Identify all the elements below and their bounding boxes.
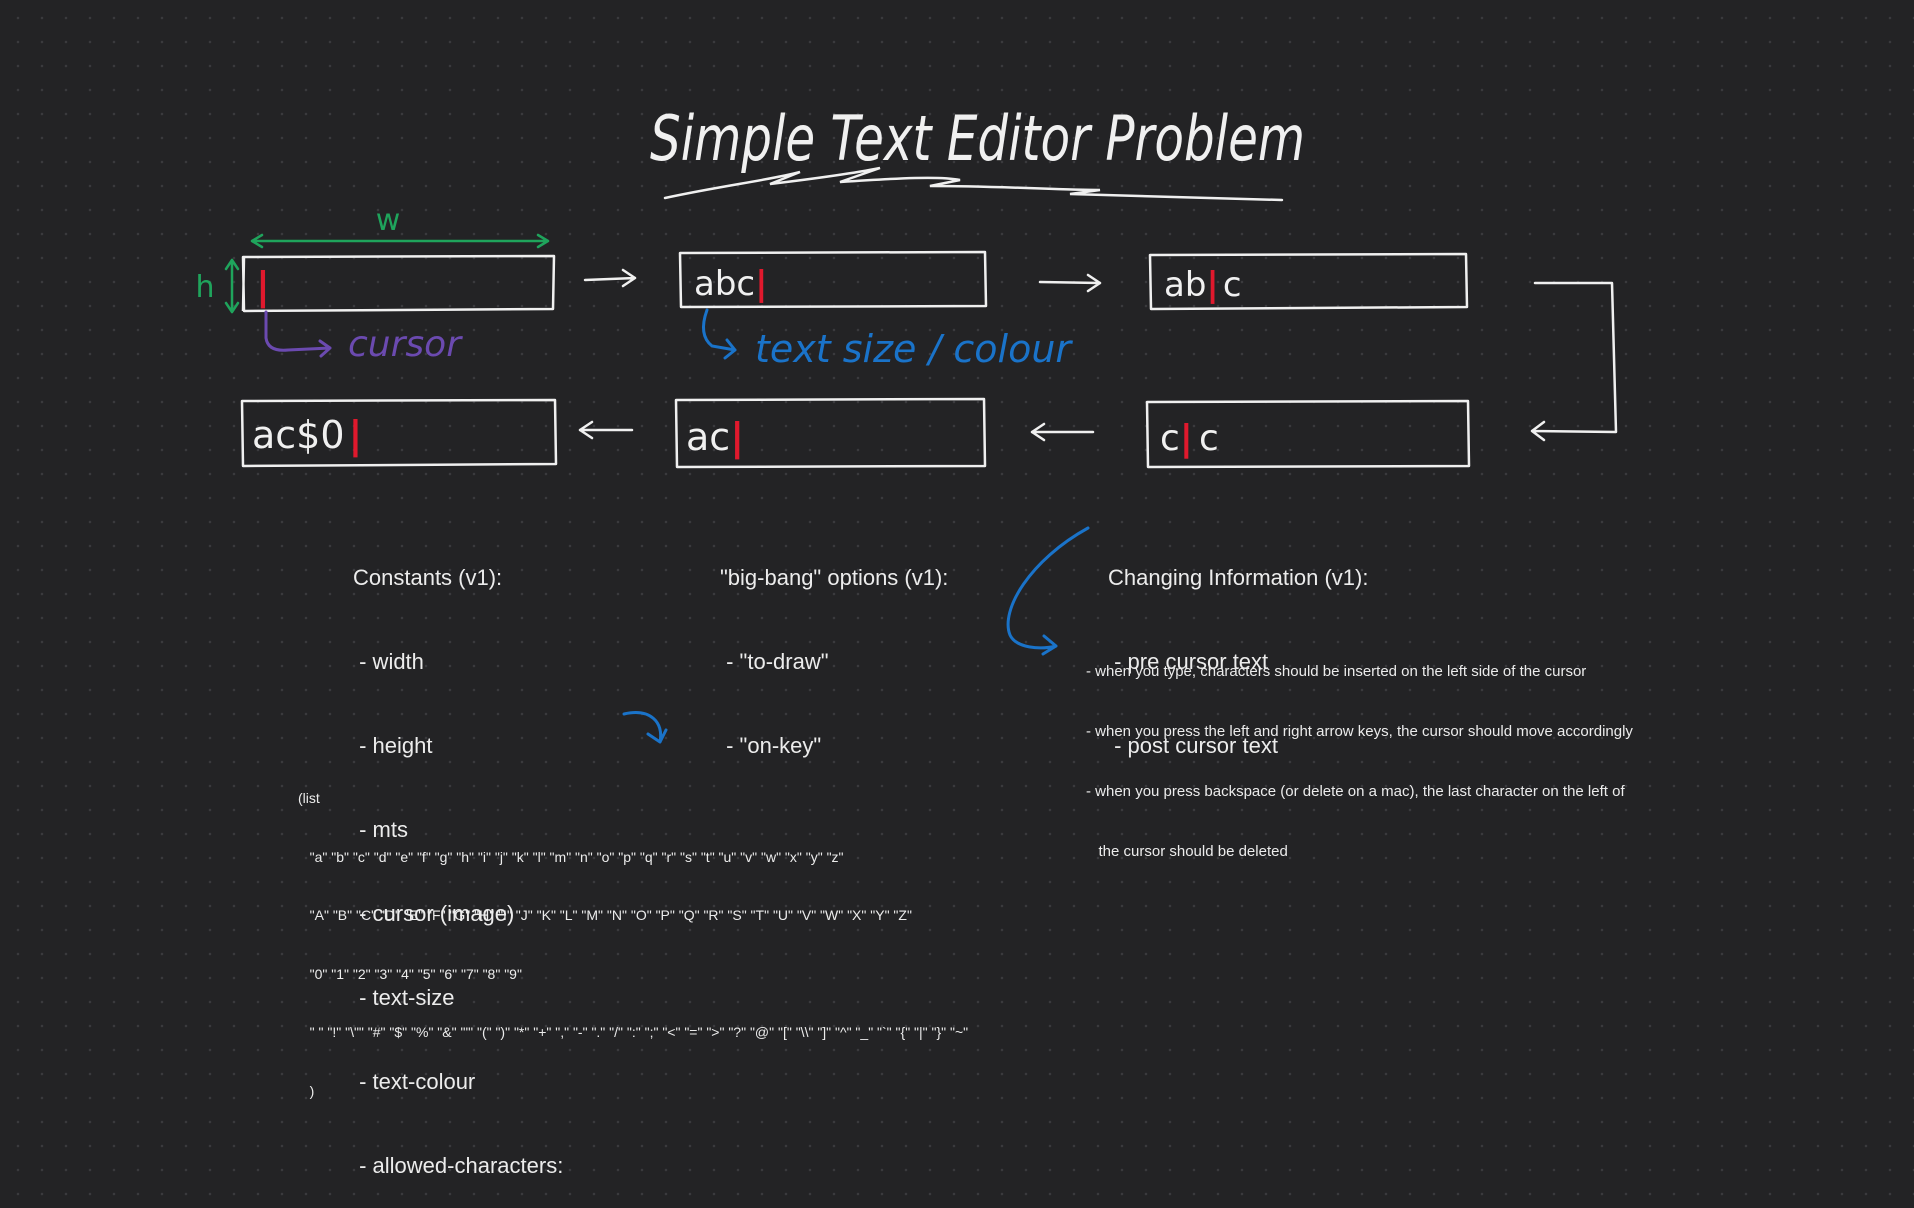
allowed-characters-list: (list "a" "b" "c" "d" "e" "f" "g" "h" "i… bbox=[298, 750, 968, 1121]
list-line: "0" "1" "2" "3" "4" "5" "6" "7" "8" "9" bbox=[298, 965, 522, 982]
list-line: (list bbox=[298, 790, 320, 806]
editor-state-3: ab| c bbox=[1148, 252, 1469, 311]
constants-item: - allowed-characters: bbox=[353, 1153, 564, 1178]
note-line: - when you press backspace (or delete on… bbox=[1086, 783, 1625, 800]
cursor-pointer-arrow bbox=[264, 310, 332, 358]
cursor-label: cursor bbox=[348, 324, 463, 365]
note-line: the cursor should be deleted bbox=[1086, 843, 1288, 860]
editor-text-pre: ab bbox=[1164, 265, 1206, 305]
cursor-mark: | bbox=[256, 264, 270, 309]
editor-box-outline bbox=[241, 254, 556, 313]
list-line: ) bbox=[298, 1082, 315, 1099]
editor-text-post: c bbox=[1199, 418, 1219, 459]
editor-text-pre: c bbox=[1160, 418, 1180, 459]
flow-arrow-down-left bbox=[1530, 281, 1618, 442]
svg-text:abc|: abc| bbox=[694, 264, 768, 304]
note-line: - when you press the left and right arro… bbox=[1086, 723, 1633, 740]
text-pointer-arrow bbox=[701, 308, 737, 360]
constants-item: - width bbox=[353, 649, 424, 674]
editor-text: ac bbox=[686, 415, 730, 459]
svg-text:ac$0|: ac$0 | bbox=[252, 413, 362, 458]
editor-box-outline bbox=[1145, 399, 1471, 469]
text-label: text size / colour bbox=[755, 327, 1073, 371]
svg-text:c|c: c| c bbox=[1160, 418, 1219, 459]
height-label: h bbox=[195, 270, 214, 305]
big-bang-item: - "to-draw" bbox=[720, 649, 829, 674]
title: Simple Text Editor Problem bbox=[650, 102, 1305, 175]
list-line: " " "!" "\"" "#" "$" "%" "&" "'" "(" ")"… bbox=[298, 1024, 969, 1040]
editor-state-6: ac$0 | bbox=[240, 398, 558, 468]
note-line: - when you type, characters should be in… bbox=[1086, 663, 1587, 680]
width-label: w bbox=[376, 203, 401, 238]
cursor-mark: | bbox=[755, 264, 767, 304]
big-bang-heading: "big-bang" options (v1): bbox=[720, 565, 949, 590]
editor-state-2: abc| bbox=[678, 250, 988, 309]
editor-text: abc bbox=[694, 264, 755, 304]
list-pointer-arrow bbox=[622, 711, 668, 744]
editor-state-1: | bbox=[241, 254, 556, 313]
flow-arrow-right bbox=[583, 268, 637, 288]
svg-text:ab|c: ab| c bbox=[1164, 265, 1242, 305]
flow-arrow-left bbox=[1030, 422, 1095, 442]
svg-text:ac|: ac| bbox=[686, 415, 744, 460]
editor-text-post: c bbox=[1223, 265, 1242, 305]
editor-state-4: c| c bbox=[1145, 399, 1471, 469]
flow-arrow-right bbox=[1038, 273, 1102, 293]
list-line: "a" "b" "c" "d" "e" "f" "g" "h" "i" "j" … bbox=[298, 848, 844, 865]
changing-heading: Changing Information (v1): bbox=[1108, 565, 1369, 590]
editor-state-5: ac| bbox=[674, 397, 987, 469]
cursor-mark: | bbox=[349, 413, 363, 458]
flow-arrow-left bbox=[578, 420, 634, 440]
notes-pointer-arrow bbox=[1006, 526, 1090, 656]
behaviour-notes: - when you type, characters should be in… bbox=[1086, 622, 1633, 882]
height-arrow bbox=[224, 258, 240, 314]
list-line: "A" "B" "C" "D" "E" "F" "G" "H" "I" "J" … bbox=[298, 907, 912, 923]
editor-text: ac$0 bbox=[252, 413, 345, 457]
cursor-mark: | bbox=[1180, 418, 1193, 459]
cursor-mark: | bbox=[730, 415, 744, 460]
big-bang-block: "big-bang" options (v1): - "to-draw" - "… bbox=[720, 508, 948, 788]
cursor-mark: | bbox=[1206, 265, 1218, 305]
constants-heading: Constants (v1): bbox=[353, 565, 503, 590]
